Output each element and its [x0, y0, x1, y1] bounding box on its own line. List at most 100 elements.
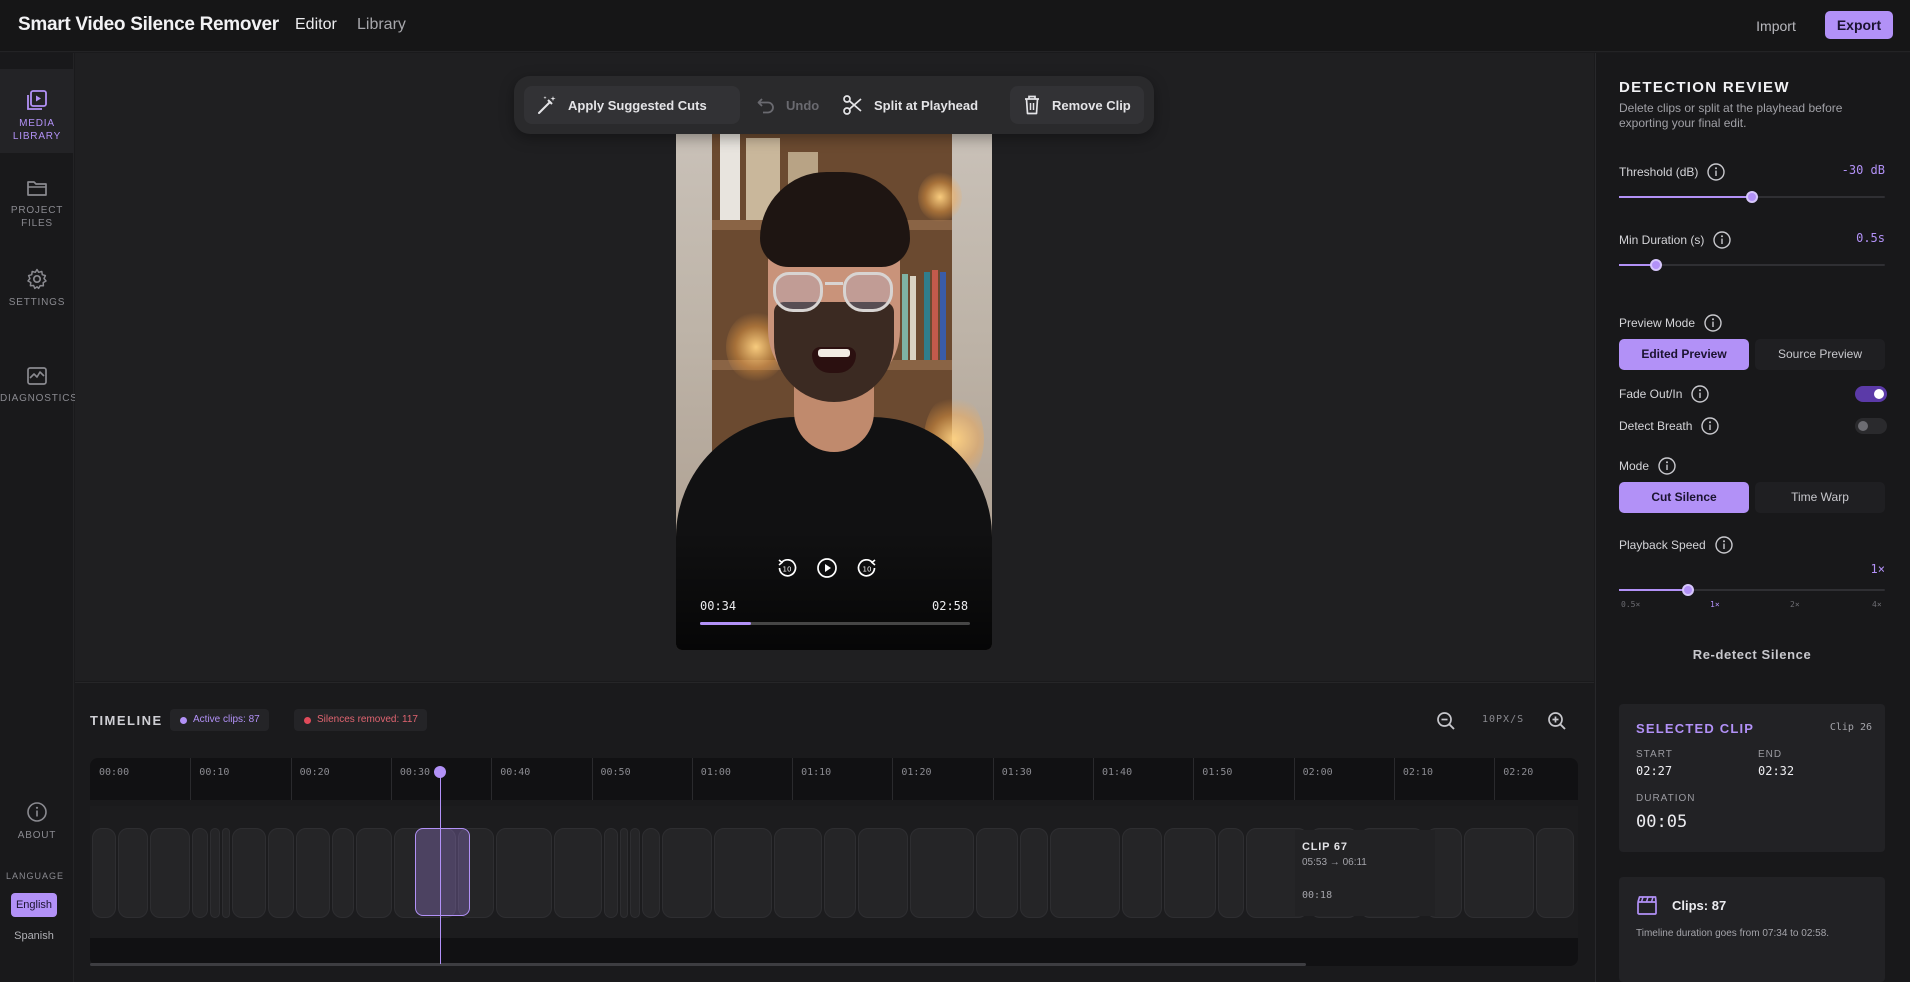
- ruler-tick-label: 01:50: [1202, 767, 1233, 778]
- info-icon[interactable]: [1703, 313, 1723, 333]
- playback-speed-slider[interactable]: [1619, 584, 1885, 596]
- clip-block[interactable]: [118, 828, 148, 918]
- fade-toggle[interactable]: [1855, 386, 1887, 402]
- clip-block[interactable]: [1536, 828, 1574, 918]
- clip-block[interactable]: [92, 828, 116, 918]
- export-button[interactable]: Export: [1825, 11, 1893, 39]
- clip-block[interactable]: [356, 828, 392, 918]
- playback-speed-label: Playback Speed: [1619, 535, 1734, 555]
- clip-block[interactable]: [604, 828, 618, 918]
- clip-block[interactable]: [642, 828, 660, 918]
- threshold-slider-thumb[interactable]: [1746, 191, 1758, 203]
- min-duration-slider[interactable]: [1619, 259, 1885, 271]
- sidebar-item-media-library[interactable]: MEDIA LIBRARY: [0, 69, 74, 153]
- info-icon[interactable]: [1706, 162, 1726, 182]
- source-preview-button[interactable]: Source Preview: [1755, 339, 1885, 370]
- info-icon[interactable]: [1712, 230, 1732, 250]
- redetect-silence-button[interactable]: Re-detect Silence: [1619, 647, 1885, 671]
- clip-block[interactable]: [232, 828, 266, 918]
- cut-silence-button[interactable]: Cut Silence: [1619, 482, 1749, 513]
- clip-block[interactable]: [1164, 828, 1216, 918]
- info-icon[interactable]: [1700, 416, 1720, 436]
- clip-block[interactable]: [1122, 828, 1162, 918]
- clip-block[interactable]: [1050, 828, 1120, 918]
- clip-block[interactable]: [662, 828, 712, 918]
- forward-10-icon[interactable]: 10: [856, 557, 878, 579]
- sidebar-item-diagnostics[interactable]: DIAGNOSTICS: [0, 346, 77, 418]
- info-icon[interactable]: [1690, 384, 1710, 404]
- clip-block[interactable]: [150, 828, 190, 918]
- duration-label: DURATION: [1636, 793, 1696, 804]
- speed-tick[interactable]: 4×: [1872, 600, 1882, 609]
- selected-clip-block[interactable]: [415, 828, 470, 916]
- clip-block[interactable]: [976, 828, 1018, 918]
- clip-block[interactable]: [824, 828, 856, 918]
- ruler-tick-label: 01:10: [801, 767, 832, 778]
- detect-breath-toggle[interactable]: [1855, 418, 1887, 434]
- ruler-tick-label: 02:20: [1503, 767, 1534, 778]
- clip-block[interactable]: [1464, 828, 1534, 918]
- clip-block[interactable]: [858, 828, 908, 918]
- zoom-in-icon[interactable]: [1547, 711, 1567, 731]
- ruler-tick: [1093, 758, 1094, 800]
- clip-block[interactable]: [1020, 828, 1048, 918]
- play-icon[interactable]: [816, 557, 838, 579]
- ruler-tick: [591, 758, 593, 800]
- clip-block[interactable]: [192, 828, 208, 918]
- clip-block[interactable]: [496, 828, 552, 918]
- threshold-value: -30 dB: [1841, 163, 1885, 177]
- clip-block[interactable]: [714, 828, 772, 918]
- speed-tick[interactable]: 2×: [1790, 600, 1800, 609]
- ruler-tick-label: 00:20: [299, 767, 330, 778]
- rewind-10-icon[interactable]: 10: [776, 557, 798, 579]
- nav-editor[interactable]: Editor: [295, 16, 337, 34]
- time-warp-button[interactable]: Time Warp: [1755, 482, 1885, 513]
- language-english[interactable]: English: [11, 893, 57, 917]
- remove-clip-button[interactable]: Remove Clip: [1010, 86, 1144, 124]
- sidebar-item-project-files[interactable]: PROJECT FILES: [0, 158, 74, 242]
- clip-block[interactable]: [620, 828, 628, 918]
- sidebar-item-settings[interactable]: SETTINGS: [0, 248, 74, 320]
- ruler-tick-label: 01:20: [901, 767, 932, 778]
- import-button[interactable]: Import: [1740, 14, 1812, 38]
- timeline-ruler[interactable]: 00:00 00:10 00:20 00:30 00:40 00:50 01:00 01:10…: [90, 758, 1578, 800]
- playhead[interactable]: [440, 770, 441, 964]
- clip-block[interactable]: [296, 828, 330, 918]
- threshold-slider[interactable]: [1619, 191, 1885, 203]
- about-button[interactable]: ABOUT: [0, 801, 74, 851]
- edited-preview-button[interactable]: Edited Preview: [1619, 339, 1749, 370]
- start-label: START: [1636, 749, 1673, 760]
- ruler-tick: [1193, 758, 1195, 800]
- clip-block[interactable]: [910, 828, 974, 918]
- clip-block[interactable]: [630, 828, 640, 918]
- video-progress-bar[interactable]: [700, 622, 970, 625]
- apply-suggested-cuts-button[interactable]: Apply Suggested Cuts: [524, 86, 740, 124]
- split-at-playhead-button[interactable]: Split at Playhead: [830, 86, 990, 124]
- clip-block[interactable]: [1218, 828, 1244, 918]
- clip-block[interactable]: [222, 828, 230, 918]
- speed-tick[interactable]: 0.5×: [1621, 600, 1640, 609]
- info-icon[interactable]: [1657, 456, 1677, 476]
- zoom-out-icon[interactable]: [1436, 711, 1456, 731]
- clip-block[interactable]: [554, 828, 602, 918]
- nav-library[interactable]: Library: [357, 16, 406, 34]
- svg-text:10: 10: [783, 566, 792, 574]
- clip-block[interactable]: [210, 828, 220, 918]
- speed-tick[interactable]: 1×: [1710, 600, 1720, 609]
- ruler-tick-label: 00:40: [500, 767, 531, 778]
- timeline-scrollbar[interactable]: [90, 963, 1306, 966]
- clip-block[interactable]: [268, 828, 294, 918]
- language-spanish[interactable]: Spanish: [11, 924, 57, 948]
- ruler-tick: [190, 758, 192, 800]
- video-preview[interactable]: 10 10 00:34 02:58: [676, 132, 992, 650]
- clip-block[interactable]: [774, 828, 822, 918]
- total-time: 02:58: [932, 599, 969, 613]
- playhead-handle[interactable]: [434, 766, 446, 778]
- glasses: [773, 272, 823, 312]
- info-icon[interactable]: [1714, 535, 1734, 555]
- undo-button[interactable]: Undo: [744, 86, 824, 124]
- start-value: 02:27: [1636, 764, 1673, 778]
- ruler-tick-label: 01:40: [1102, 767, 1133, 778]
- panel-title: DETECTION REVIEW: [1619, 79, 1790, 96]
- clip-block[interactable]: [332, 828, 354, 918]
